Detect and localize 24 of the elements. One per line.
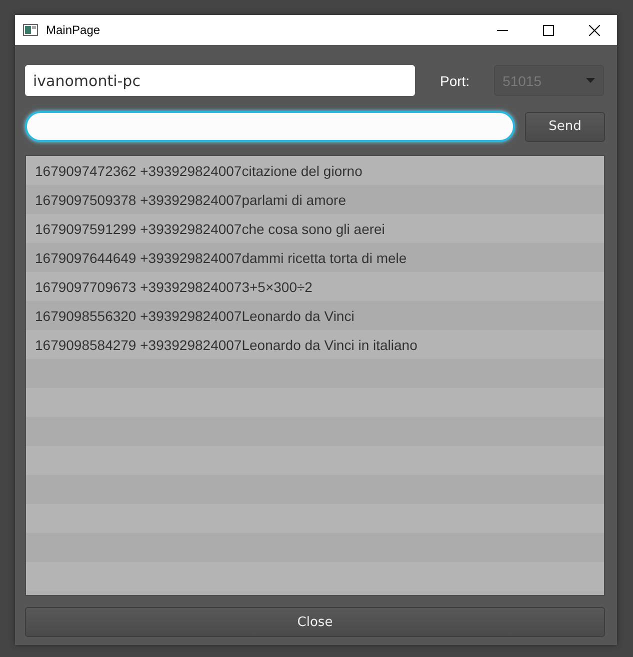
message-text: 1679098584279 +393929824007Leonardo da Vinci in italiano bbox=[35, 336, 418, 352]
list-row[interactable]: 1679097591299 +393929824007che cosa sono gli aerei bbox=[26, 214, 604, 243]
message-text: 1679097644649 +393929824007dammi ricetta torta di mele bbox=[35, 250, 407, 266]
message-text: 1679097509378 +393929824007parlami di amore bbox=[35, 192, 346, 208]
list-row[interactable]: 1679097509378 +393929824007parlami di amore bbox=[26, 185, 604, 214]
message-text: 1679098556320 +393929824007Leonardo da Vinci bbox=[35, 308, 354, 324]
app-icon bbox=[23, 24, 38, 36]
caret-icon bbox=[586, 78, 595, 83]
list-row[interactable]: 1679098556320 +393929824007Leonardo da Vinci bbox=[26, 301, 604, 330]
send-button[interactable]: Send bbox=[525, 112, 605, 142]
message-text: 1679097591299 +393929824007che cosa sono gli aerei bbox=[35, 220, 385, 236]
close-icon bbox=[588, 24, 600, 36]
list-row[interactable]: 1679097709673 +3939298240073+5×300÷2 bbox=[26, 272, 604, 301]
list-row[interactable]: 1679098584279 +393929824007Leonardo da Vinci in italiano bbox=[26, 330, 604, 359]
host-field[interactable]: ivanomonti-pc bbox=[25, 65, 415, 96]
message-field[interactable] bbox=[25, 111, 515, 142]
message-text: 1679097472362 +393929824007citazione del giorno bbox=[35, 162, 362, 178]
window-title: MainPage bbox=[46, 23, 102, 37]
message-text: 1679097709673 +3939298240073+5×300÷2 bbox=[35, 278, 312, 294]
list-row[interactable]: 1679097644649 +393929824007dammi ricetta torta di mele bbox=[26, 243, 604, 272]
port-label: Port: bbox=[440, 72, 470, 88]
close-button[interactable]: Close bbox=[25, 607, 605, 637]
list-row[interactable]: 1679097472362 +393929824007citazione del giorno bbox=[26, 156, 604, 185]
maximize-icon bbox=[542, 24, 554, 36]
